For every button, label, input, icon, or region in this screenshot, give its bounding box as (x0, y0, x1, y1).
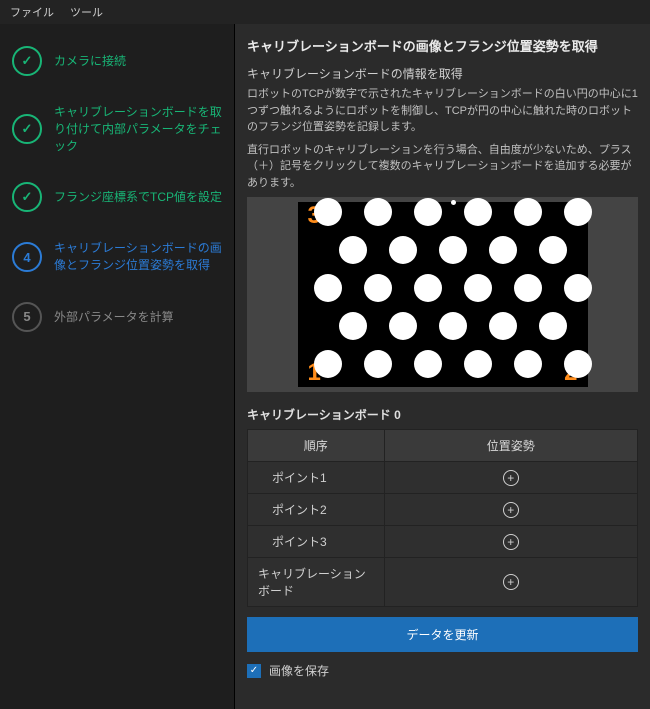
menu-file[interactable]: ファイル (10, 4, 54, 20)
page-title: キャリブレーションボードの画像とフランジ位置姿勢を取得 (247, 36, 638, 55)
calibration-dot (339, 236, 367, 264)
step-capture-pose[interactable]: 4 キャリブレーションボードの画像とフランジ位置姿勢を取得 (12, 240, 224, 274)
calibration-dot (464, 274, 492, 302)
check-icon: ✓ (12, 114, 42, 144)
calibration-dot (539, 236, 567, 264)
menu-bar: ファイル ツール (0, 0, 650, 24)
calibration-dot (564, 350, 592, 378)
calibration-dot (339, 312, 367, 340)
step-connect-camera[interactable]: ✓ カメラに接続 (12, 46, 224, 76)
table-row: ポイント3 + (248, 526, 638, 558)
row-label: ポイント2 (248, 494, 385, 526)
calibration-dot (514, 350, 542, 378)
calibration-dot (389, 312, 417, 340)
row-label: ポイント1 (248, 462, 385, 494)
calibration-dot (364, 198, 392, 226)
add-pose-button[interactable]: + (503, 470, 519, 486)
calibration-dot (364, 274, 392, 302)
check-icon: ✓ (12, 182, 42, 212)
save-image-row: ✓ 画像を保存 (247, 662, 638, 679)
add-pose-button[interactable]: + (503, 502, 519, 518)
calibration-dot (364, 350, 392, 378)
description-text-2: 直行ロボットのキャリブレーションを行う場合、自由度が少ないため、プラス（＋）記号… (247, 142, 638, 192)
step-number-icon: 5 (12, 302, 42, 332)
calibration-dot (514, 274, 542, 302)
save-image-label: 画像を保存 (269, 662, 329, 679)
section-subtitle: キャリブレーションボードの情報を取得 (247, 65, 638, 82)
board-title: キャリブレーションボード 0 (247, 406, 638, 423)
step-board-intrinsics[interactable]: ✓ キャリブレーションボードを取り付けて内部パラメータをチェック (12, 104, 224, 154)
row-label: キャリブレーションボード (248, 558, 385, 607)
calibration-dot (314, 274, 342, 302)
step-label: キャリブレーションボードを取り付けて内部パラメータをチェック (54, 104, 224, 154)
calibration-dot (489, 236, 517, 264)
step-label: カメラに接続 (54, 53, 126, 70)
main-panel: キャリブレーションボードの画像とフランジ位置姿勢を取得 キャリブレーションボード… (235, 24, 650, 709)
description-text: ロボットのTCPが数字で示されたキャリブレーションボードの白い円の中心に1つずつ… (247, 86, 638, 136)
calibration-dot (414, 274, 442, 302)
calibration-dot (514, 198, 542, 226)
update-data-button[interactable]: データを更新 (247, 617, 638, 652)
check-icon: ✓ (12, 46, 42, 76)
calibration-dot (564, 274, 592, 302)
pose-table: 順序 位置姿勢 ポイント1 + ポイント2 + ポイント3 + キャ (247, 429, 638, 607)
calibration-board-image: 3 1 2 (247, 197, 638, 392)
add-pose-button[interactable]: + (503, 534, 519, 550)
menu-tool[interactable]: ツール (70, 4, 103, 20)
calibration-dot (314, 198, 342, 226)
table-row: ポイント1 + (248, 462, 638, 494)
save-image-checkbox[interactable]: ✓ (247, 664, 261, 678)
step-tcp-flange[interactable]: ✓ フランジ座標系でTCP値を設定 (12, 182, 224, 212)
calibration-dot (451, 200, 456, 205)
calibration-dot (464, 198, 492, 226)
calibration-dot (464, 350, 492, 378)
step-label: 外部パラメータを計算 (54, 309, 174, 326)
calibration-dot (314, 350, 342, 378)
calibration-dot (489, 312, 517, 340)
calibration-dot (426, 200, 431, 205)
calibration-dot (414, 350, 442, 378)
row-label: ポイント3 (248, 526, 385, 558)
add-board-button[interactable]: + (503, 574, 519, 590)
step-extrinsics[interactable]: 5 外部パラメータを計算 (12, 302, 224, 332)
table-row: ポイント2 + (248, 494, 638, 526)
calibration-dot (439, 236, 467, 264)
table-row: キャリブレーションボード + (248, 558, 638, 607)
calibration-dot (564, 198, 592, 226)
step-label: キャリブレーションボードの画像とフランジ位置姿勢を取得 (54, 240, 224, 274)
step-label: フランジ座標系でTCP値を設定 (54, 189, 222, 206)
calibration-dot (389, 236, 417, 264)
step-sidebar: ✓ カメラに接続 ✓ キャリブレーションボードを取り付けて内部パラメータをチェッ… (0, 24, 235, 709)
calibration-dot (439, 312, 467, 340)
col-pose: 位置姿勢 (384, 430, 638, 462)
step-number-icon: 4 (12, 242, 42, 272)
col-order: 順序 (248, 430, 385, 462)
calibration-dot (539, 312, 567, 340)
calibration-board-inner: 3 1 2 (298, 202, 588, 387)
